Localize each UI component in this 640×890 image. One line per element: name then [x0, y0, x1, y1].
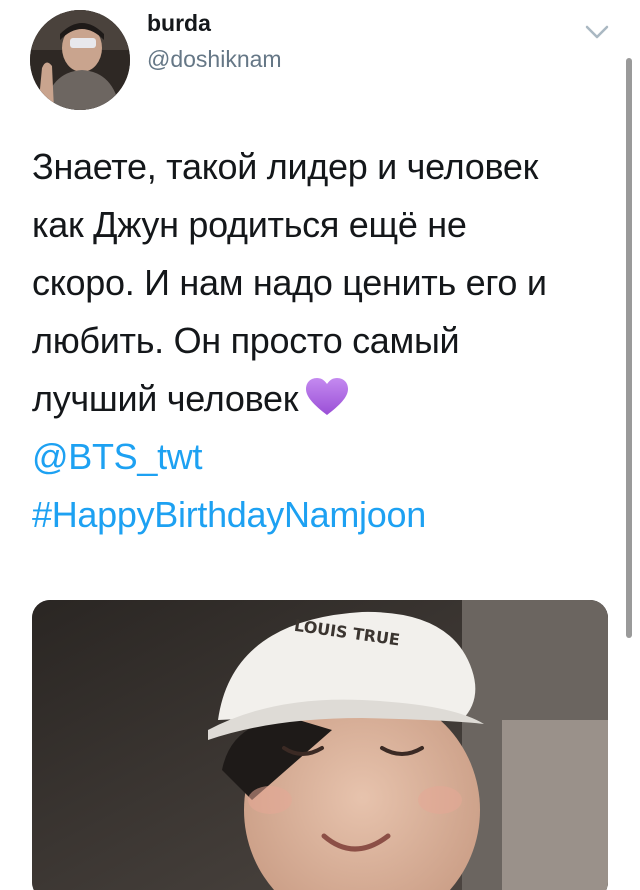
tweet-text-line: Знаете, такой лидер и человек: [32, 146, 539, 187]
tweet-text-line: лучший человек: [32, 378, 299, 419]
purple-heart-icon: [304, 376, 350, 416]
tweet-media-photo[interactable]: LOUIS TRUE: [32, 600, 608, 890]
tweet-text-last-line: лучший человек: [32, 370, 612, 428]
hashtag-link[interactable]: #HappyBirthdayNamjoon: [32, 486, 612, 544]
scrollbar[interactable]: [626, 58, 632, 638]
tweet-screen: burda @doshiknam Знаете, такой лидер и ч…: [0, 0, 640, 890]
user-handle[interactable]: @doshiknam: [147, 46, 282, 73]
mention-link[interactable]: @BTS_twt: [32, 428, 612, 486]
avatar[interactable]: [30, 10, 130, 110]
chevron-down-icon[interactable]: [584, 22, 610, 42]
display-name[interactable]: burda: [147, 10, 211, 37]
tweet-text: Знаете, такой лидер и человек как Джун р…: [32, 138, 612, 544]
tweet-text-line: как Джун родиться ещё не: [32, 204, 467, 245]
tweet-text-line: скоро. И нам надо ценить его и: [32, 262, 547, 303]
tweet-text-line: любить. Он просто самый: [32, 320, 460, 361]
photo-image: LOUIS TRUE: [32, 600, 608, 890]
avatar-photo: [30, 10, 130, 110]
